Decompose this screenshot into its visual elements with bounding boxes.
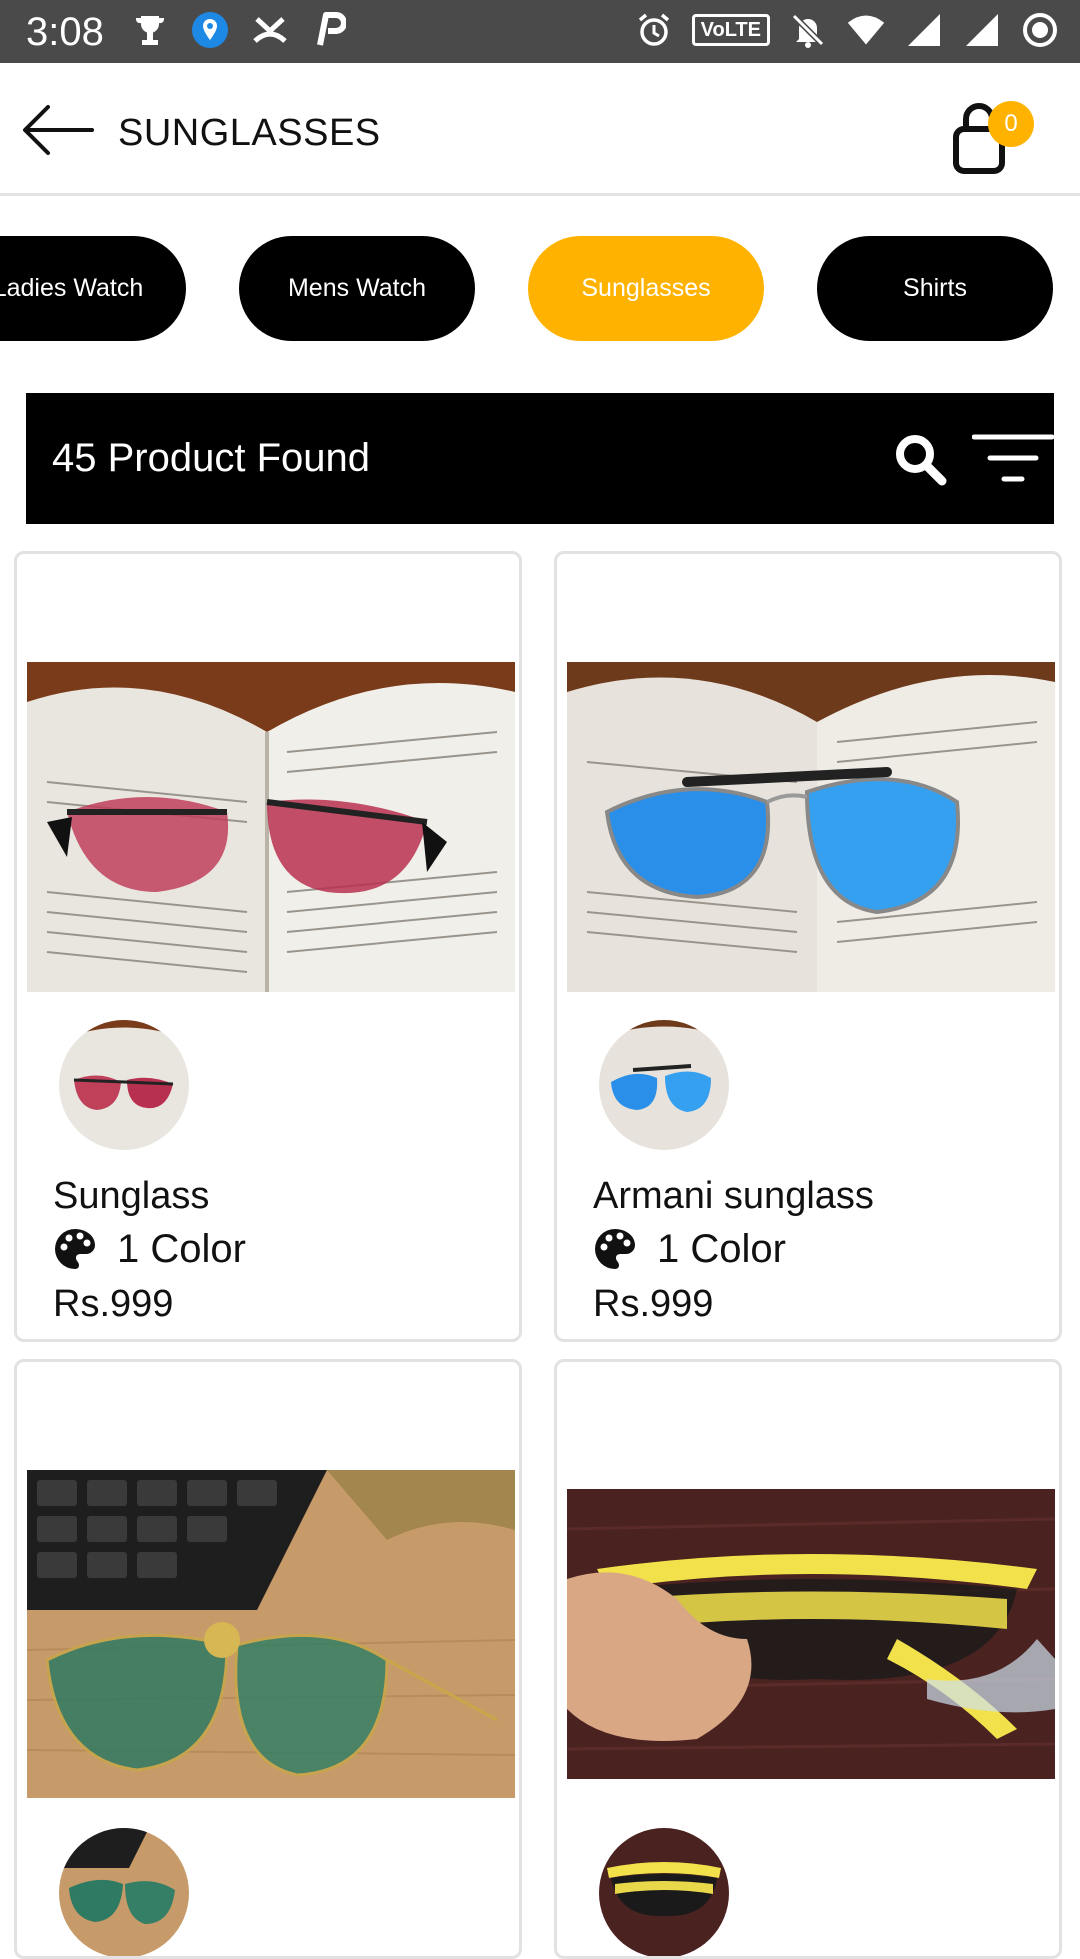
results-count: 45 Product Found xyxy=(52,436,370,480)
product-image[interactable] xyxy=(27,1470,515,1798)
product-card[interactable] xyxy=(554,1359,1062,1959)
product-name[interactable]: Sunglass xyxy=(53,1174,209,1218)
product-card[interactable] xyxy=(14,1359,522,1959)
product-image[interactable] xyxy=(27,662,515,992)
product-color-count: 1 Color xyxy=(657,1227,786,1271)
status-bar: 3:08 VoLTE xyxy=(0,0,1080,63)
filter-button[interactable] xyxy=(971,431,1055,487)
results-bar: 45 Product Found xyxy=(26,393,1055,524)
product-colors: 1 Color xyxy=(53,1226,246,1272)
chip-label: Sunglasses xyxy=(581,274,711,302)
page-title: SUNGLASSES xyxy=(118,112,381,154)
chip-label: Shirts xyxy=(903,274,967,302)
volte-badge: VoLTE xyxy=(691,14,770,46)
search-icon xyxy=(896,435,947,486)
signal-icon-1 xyxy=(904,10,944,50)
paytm-icon xyxy=(310,10,350,50)
product-thumbnail[interactable] xyxy=(599,1828,729,1956)
product-image[interactable] xyxy=(567,662,1055,992)
status-left-icons xyxy=(130,10,350,50)
product-thumbnail[interactable] xyxy=(59,1020,189,1150)
product-color-count: 1 Color xyxy=(117,1227,246,1271)
product-colors: 1 Color xyxy=(593,1226,786,1272)
chip-ladies-watch[interactable]: Ladies Watch xyxy=(0,236,186,341)
product-price: Rs.999 xyxy=(53,1283,174,1325)
product-image[interactable] xyxy=(567,1489,1055,1779)
product-card[interactable]: Armani sunglass 1 Color Rs.999 xyxy=(554,551,1062,1342)
chip-mens-watch[interactable]: Mens Watch xyxy=(239,236,475,341)
status-right-icons: VoLTE xyxy=(634,10,1060,50)
product-price: Rs.999 xyxy=(593,1283,714,1325)
chip-sunglasses[interactable]: Sunglasses xyxy=(528,236,764,341)
signal-icon-2 xyxy=(962,10,1002,50)
product-card[interactable]: Sunglass 1 Color Rs.999 xyxy=(14,551,522,1342)
search-button[interactable] xyxy=(892,431,948,487)
palette-icon xyxy=(55,1229,95,1269)
product-thumbnail[interactable] xyxy=(599,1020,729,1150)
product-name[interactable]: Armani sunglass xyxy=(593,1174,874,1218)
location-pin-icon xyxy=(190,10,230,50)
mute-bell-icon xyxy=(788,10,828,50)
sync-icon xyxy=(1020,10,1060,50)
app-bar: SUNGLASSES 0 xyxy=(0,63,1080,196)
category-chips: Ladies Watch Mens Watch Sunglasses Shirt… xyxy=(0,236,1080,341)
product-thumbnail[interactable] xyxy=(59,1828,189,1956)
back-arrow-icon xyxy=(23,105,94,155)
cart-count-badge: 0 xyxy=(988,101,1034,147)
app-notification-icon xyxy=(250,10,290,50)
status-time: 3:08 xyxy=(26,10,104,54)
wifi-icon xyxy=(846,10,886,50)
chip-label: Ladies Watch xyxy=(0,274,144,302)
filter-icon xyxy=(971,434,1055,482)
back-button[interactable] xyxy=(22,105,94,155)
palette-icon xyxy=(595,1229,635,1269)
alarm-icon xyxy=(634,10,674,50)
trophy-icon xyxy=(130,10,170,50)
chip-shirts[interactable]: Shirts xyxy=(817,236,1053,341)
chip-label: Mens Watch xyxy=(287,274,426,302)
